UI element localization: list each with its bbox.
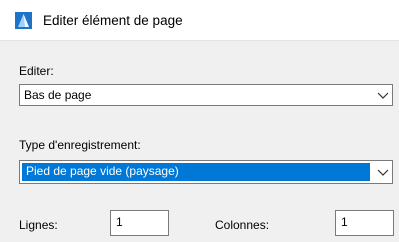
chevron-down-icon[interactable] — [377, 167, 389, 177]
title-bar[interactable]: Editer élément de page — [0, 0, 399, 41]
window-title: Editer élément de page — [43, 13, 183, 28]
edit-page-element-dialog: Editer élément de page Editer: Bas de pa… — [0, 0, 399, 242]
columns-input[interactable]: 1 — [335, 210, 394, 236]
columns-input-value: 1 — [341, 215, 348, 229]
record-type-dropdown[interactable]: Pied de page vide (paysage) — [19, 160, 393, 184]
rows-input-value: 1 — [116, 215, 123, 229]
edit-label: Editer: — [19, 64, 54, 78]
record-type-dropdown-value: Pied de page vide (paysage) — [26, 164, 179, 178]
columns-label: Colonnes: — [215, 218, 270, 232]
rows-input[interactable]: 1 — [110, 210, 169, 236]
edit-dropdown-value: Bas de page — [24, 88, 92, 102]
edit-dropdown[interactable]: Bas de page — [19, 84, 393, 106]
app-logo-icon — [15, 12, 32, 29]
chevron-down-icon[interactable] — [377, 90, 389, 100]
record-type-label: Type d'enregistrement: — [19, 138, 141, 152]
rows-label: Lignes: — [19, 218, 58, 232]
